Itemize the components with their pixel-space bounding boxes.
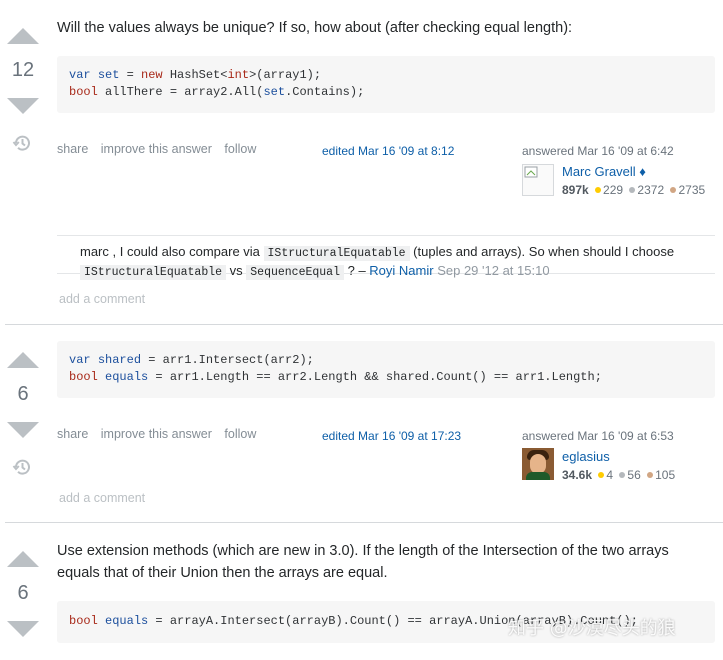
vote-count: 6 xyxy=(17,582,29,604)
code-line: bool equals = arr1.Length == arr2.Length… xyxy=(69,369,703,386)
code-token: = xyxy=(119,68,142,82)
code-token: int xyxy=(227,68,250,82)
user-reputation: 34.6k 4 56 105 xyxy=(562,466,712,484)
bronze-badge-icon xyxy=(670,187,677,193)
add-comment-link[interactable]: add a comment xyxy=(59,292,145,306)
answer-divider xyxy=(5,324,723,325)
user-name[interactable]: Marc Gravell ♦ xyxy=(562,164,646,179)
comment-text: vs xyxy=(226,263,247,278)
share-link[interactable]: share xyxy=(57,427,88,441)
code-token: allThere = array2.All( xyxy=(97,85,264,99)
code-block: var set = new HashSet<int>(array1); bool … xyxy=(57,56,715,113)
code-token: >(array1); xyxy=(249,68,322,82)
vote-cell: 6 xyxy=(0,523,46,660)
comment-text: marc , I could also compare via xyxy=(80,244,264,259)
share-link[interactable]: share xyxy=(57,142,88,156)
downvote-arrow-icon[interactable] xyxy=(7,621,39,637)
gold-badge-icon xyxy=(595,187,602,193)
reputation-score: 897k xyxy=(562,183,589,197)
reputation-score: 34.6k xyxy=(562,468,593,482)
code-block: var shared = arr1.Intersect(arr2); bool e… xyxy=(57,341,715,398)
silver-badge-icon xyxy=(619,472,626,478)
code-token: = arr1.Intersect(arr2); xyxy=(141,353,314,367)
inline-code: SequenceEqual xyxy=(246,265,344,280)
upvote-arrow-icon[interactable] xyxy=(7,28,39,44)
edited-link[interactable]: edited Mar 16 '09 at 8:12 xyxy=(322,144,454,158)
answered-time: answered Mar 16 '09 at 6:53 xyxy=(522,429,674,443)
code-line: var set = new HashSet<int>(array1); xyxy=(69,67,703,84)
improve-answer-link[interactable]: improve this answer xyxy=(101,427,212,441)
code-token: var xyxy=(69,353,91,367)
vote-count: 12 xyxy=(11,59,35,81)
gold-count: 4 xyxy=(606,468,614,482)
answered-time: answered Mar 16 '09 at 6:42 xyxy=(522,144,674,158)
comment-text: ? – xyxy=(343,263,370,278)
bronze-count: 2735 xyxy=(678,183,706,197)
code-line: var shared = arr1.Intersect(arr2); xyxy=(69,352,703,369)
answer-divider xyxy=(5,522,723,523)
silver-badge-icon xyxy=(629,187,636,193)
user-avatar[interactable] xyxy=(522,448,554,480)
comment: marc , I could also compare via IStructu… xyxy=(57,236,715,280)
watermark: 知乎 @沙漠尽头的狼 xyxy=(508,618,676,639)
comment-date[interactable]: Sep 29 '12 at 15:10 xyxy=(437,263,549,278)
follow-link[interactable]: follow xyxy=(224,142,256,156)
answer-body: Will the values always be unique? If so,… xyxy=(57,20,573,36)
vote-cell: 6 xyxy=(0,325,46,495)
inline-code: IStructuralEquatable xyxy=(80,265,227,280)
code-token: HashSet< xyxy=(162,68,228,82)
post-menu: share improve this answer follow xyxy=(57,427,265,441)
code-token: new xyxy=(141,68,163,82)
code-token: bool xyxy=(69,370,98,384)
comment-author-link[interactable]: Royi Namir xyxy=(369,263,433,278)
history-icon[interactable] xyxy=(12,457,32,477)
silver-count: 2372 xyxy=(637,183,665,197)
user-avatar[interactable] xyxy=(522,164,554,196)
upvote-arrow-icon[interactable] xyxy=(7,551,39,567)
answer-body: Use extension methods (which are new in … xyxy=(57,543,669,581)
downvote-arrow-icon[interactable] xyxy=(7,422,39,438)
code-token: bool xyxy=(69,614,98,628)
gold-badge-icon xyxy=(598,472,605,478)
gold-count: 229 xyxy=(603,183,624,197)
history-icon[interactable] xyxy=(12,133,32,153)
code-token: = arr1.Length == arr2.Length && shared.C… xyxy=(148,370,602,384)
bronze-count: 105 xyxy=(655,468,676,482)
upvote-arrow-icon[interactable] xyxy=(7,352,39,368)
user-card: answered Mar 16 '09 at 6:53 eglasius 34.… xyxy=(522,429,712,489)
vote-cell: 12 xyxy=(0,0,46,170)
edited-link[interactable]: edited Mar 16 '09 at 17:23 xyxy=(322,429,461,443)
post-menu: share improve this answer follow xyxy=(57,142,265,156)
silver-count: 56 xyxy=(627,468,641,482)
code-token: equals xyxy=(105,370,149,384)
code-token: shared xyxy=(97,353,142,367)
downvote-arrow-icon[interactable] xyxy=(7,98,39,114)
follow-link[interactable]: follow xyxy=(224,427,256,441)
inline-code: IStructuralEquatable xyxy=(263,246,410,261)
user-reputation: 897k 229 2372 2735 xyxy=(562,181,710,199)
code-token: set xyxy=(263,85,286,99)
vote-count: 6 xyxy=(17,383,29,405)
code-token: var xyxy=(69,68,91,82)
code-token: equals xyxy=(105,614,149,628)
improve-answer-link[interactable]: improve this answer xyxy=(101,142,212,156)
user-name[interactable]: eglasius xyxy=(562,449,610,464)
code-token: bool xyxy=(69,85,98,99)
code-token: .Contains); xyxy=(285,85,365,99)
comment-text: (tuples and arrays). So when should I ch… xyxy=(409,244,675,259)
user-card: answered Mar 16 '09 at 6:42 Marc Gravell… xyxy=(522,144,712,214)
comments-list: marc , I could also compare via IStructu… xyxy=(57,235,715,280)
broken-image-icon xyxy=(524,166,538,178)
code-line: bool allThere = array2.All(set.Contains)… xyxy=(69,84,703,101)
code-token: set xyxy=(97,68,120,82)
add-comment-link[interactable]: add a comment xyxy=(59,491,145,505)
bronze-badge-icon xyxy=(647,472,654,478)
